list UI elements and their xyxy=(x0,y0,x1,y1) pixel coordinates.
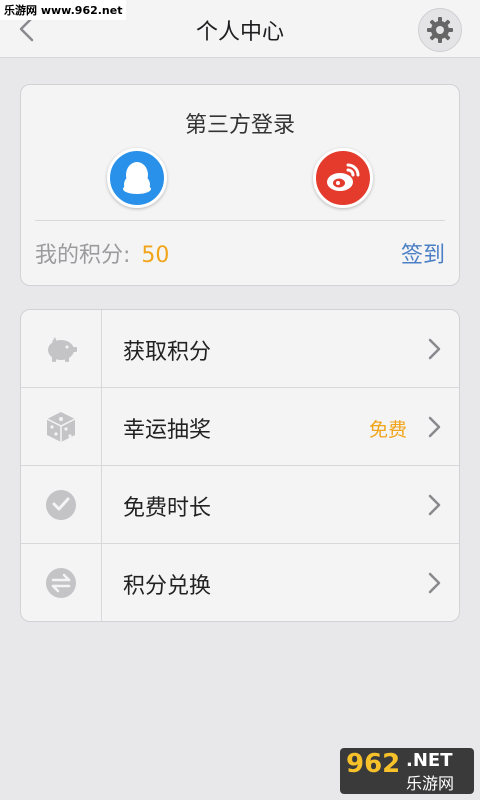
points-value: 50 xyxy=(141,243,170,268)
checkin-button[interactable]: 签到 xyxy=(401,237,445,269)
chevron-right-icon xyxy=(428,572,441,594)
weibo-login-button[interactable] xyxy=(313,148,373,208)
free-badge: 免费 xyxy=(368,419,407,441)
settings-button[interactable] xyxy=(418,8,462,52)
weibo-icon xyxy=(327,163,360,191)
third-party-login-card: 第三方登录 我的积分: 50 签到 xyxy=(20,84,460,286)
clock-icon xyxy=(46,489,76,520)
menu-label: 幸运抽奖 xyxy=(123,418,212,443)
menu-label: 积分兑换 xyxy=(123,574,212,599)
watermark-net: .NET xyxy=(406,750,453,771)
points-row: 我的积分: 50 签到 xyxy=(35,237,445,273)
icon-cell xyxy=(21,388,102,465)
menu-item-free-time[interactable]: 免费时长 xyxy=(21,466,459,544)
piggy-bank-icon xyxy=(48,336,77,362)
menu-label: 免费时长 xyxy=(123,496,212,521)
menu-label: 获取积分 xyxy=(123,340,212,365)
menu-item-get-points[interactable]: 获取积分 xyxy=(21,310,459,388)
exchange-icon xyxy=(46,568,76,598)
menu-item-points-exchange[interactable]: 积分兑换 xyxy=(21,544,459,621)
chevron-right-icon xyxy=(428,338,441,360)
dice-icon xyxy=(46,411,76,442)
login-title: 第三方登录 xyxy=(184,113,295,138)
qq-penguin-icon xyxy=(123,162,151,194)
chevron-right-icon xyxy=(428,416,441,438)
menu-item-lucky-draw[interactable]: 幸运抽奖 免费 xyxy=(21,388,459,466)
icon-cell xyxy=(21,310,102,387)
watermark-number: 962 xyxy=(346,749,401,779)
chevron-right-icon xyxy=(428,494,441,516)
points-label: 我的积分: xyxy=(35,243,131,268)
qq-login-button[interactable] xyxy=(107,148,167,208)
divider xyxy=(35,220,445,221)
gear-icon xyxy=(427,17,453,43)
watermark-logo: 962 .NET 乐游网 xyxy=(340,748,474,794)
watermark-cn: 乐游网 xyxy=(406,774,455,793)
icon-cell xyxy=(21,544,102,621)
icon-cell xyxy=(21,466,102,543)
menu-card: 获取积分 幸运抽奖 免费 免费时长 积分兑换 xyxy=(20,309,460,622)
watermark-top: 乐游网 www.962.net xyxy=(0,0,127,20)
